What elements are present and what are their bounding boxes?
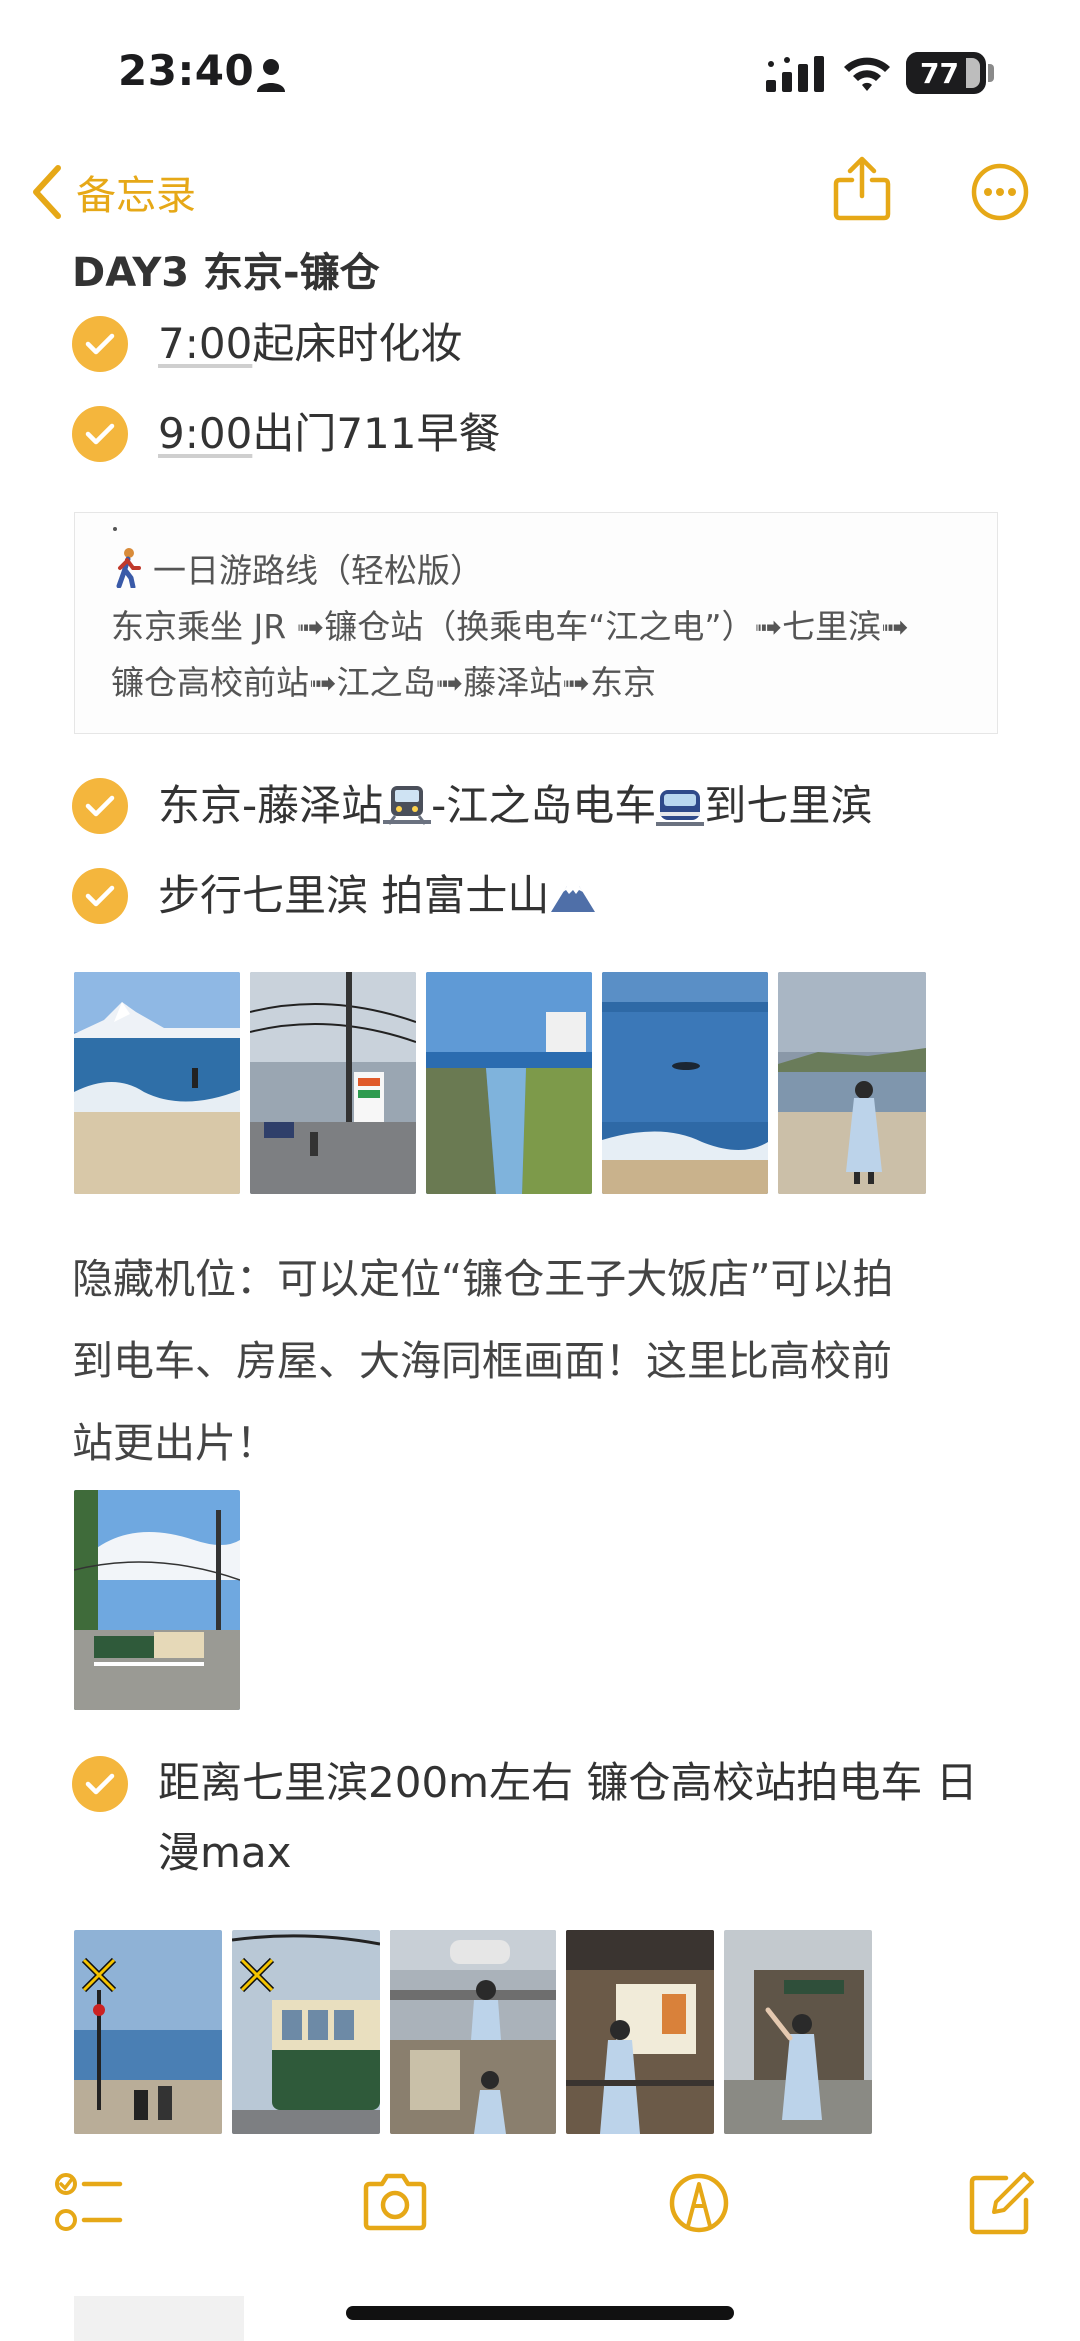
chevron-left-icon <box>33 165 61 219</box>
checklist-item[interactable]: 东京-藤泽站 -江之岛电车 到七里滨 <box>72 778 872 842</box>
photo-girl-beach[interactable] <box>778 972 926 1194</box>
time-link[interactable]: 7:00 <box>158 319 252 368</box>
note-heading[interactable]: DAY3 东京-镰仓 <box>72 240 380 298</box>
photo-girl-station[interactable] <box>390 1930 556 2134</box>
paragraph-line: 隐藏机位：可以定位“镰仓王子大饭店”可以拍 <box>72 1255 894 1303</box>
route-line: 东京乘坐 JR ➟镰仓站（换乘电车“江之电”）➟七里滨➟ <box>111 607 909 646</box>
checkmark-icon[interactable] <box>72 1756 128 1812</box>
camera-icon[interactable] <box>360 2170 430 2236</box>
route-block[interactable]: 一日游路线（轻松版） 东京乘坐 JR ➟镰仓站（换乘电车“江之电”）➟七里滨➟ … <box>74 512 998 734</box>
checklist-icon[interactable] <box>54 2170 124 2236</box>
checklist-item-text[interactable]: 步行七里滨 拍富士山 <box>158 860 597 932</box>
checklist-item-text[interactable]: 东京-藤泽站 -江之岛电车 到七里滨 <box>158 770 872 842</box>
back-label: 备忘录 <box>76 173 196 219</box>
checklist-item[interactable]: 步行七里滨 拍富士山 <box>72 868 597 932</box>
battery-indicator: 77 <box>906 52 986 94</box>
compose-icon[interactable] <box>966 2170 1036 2236</box>
photo-711-street[interactable] <box>250 972 416 1194</box>
checklist-item-label: 距离七里滨200m左右 镰仓高校站拍电车 日 <box>158 1758 978 1807</box>
photo-fuji-beach[interactable] <box>74 972 240 1194</box>
checklist-item-label: 漫max <box>158 1828 292 1877</box>
photo-gallery <box>74 1490 240 1710</box>
route-title: 一日游路线（轻松版） <box>153 551 483 590</box>
checklist-item-text[interactable]: 7:00起床时化妆 <box>158 308 462 380</box>
checklist-item[interactable]: 7:00起床时化妆 <box>72 316 462 380</box>
route-title-line: 一日游路线（轻松版） <box>111 543 961 599</box>
note-paragraph[interactable]: 隐藏机位：可以定位“镰仓王子大饭店”可以拍 到电车、房屋、大海同框画面！这里比高… <box>72 1238 1012 1484</box>
paragraph-line: 到电车、房屋、大海同框画面！这里比高校前 <box>72 1337 892 1385</box>
ellipsis-circle-icon[interactable] <box>970 162 1030 222</box>
photo-surfer-sea[interactable] <box>602 972 768 1194</box>
checklist-item-label: 步行七里滨 拍富士山 <box>158 871 550 920</box>
back-button[interactable]: 备忘录 <box>30 162 196 222</box>
photo-gallery <box>74 1930 872 2134</box>
checkmark-icon[interactable] <box>72 778 128 834</box>
markup-pen-icon[interactable] <box>664 2170 734 2236</box>
checkmark-icon[interactable] <box>72 868 128 924</box>
bottom-toolbar <box>0 2150 1080 2250</box>
person-icon <box>257 59 285 92</box>
photo-girl-kamakurakokomae[interactable] <box>724 1930 872 2134</box>
checklist-item-label: 出门711早餐 <box>252 409 501 458</box>
share-icon[interactable] <box>832 156 892 222</box>
navigation-bar: 备忘录 <box>0 140 1080 240</box>
time-link[interactable]: 9:00 <box>158 409 252 458</box>
photo-railway-crossing[interactable] <box>74 1930 222 2134</box>
content-peek <box>74 2296 244 2341</box>
paragraph-line: 站更出片！ <box>72 1419 277 1467</box>
photo-station-sign[interactable] <box>566 1930 714 2134</box>
battery-percent: 77 <box>920 56 959 90</box>
checkmark-icon[interactable] <box>72 316 128 372</box>
home-indicator[interactable] <box>346 2306 734 2320</box>
checkmark-icon[interactable] <box>72 406 128 462</box>
train-icon <box>656 790 705 826</box>
walking-person-icon <box>116 548 141 588</box>
status-bar: 23:40 77 <box>0 0 1080 140</box>
checklist-item-text[interactable]: 9:00出门711早餐 <box>158 398 501 470</box>
checklist-item[interactable]: 9:00出门711早餐 <box>72 406 501 470</box>
route-line: 镰仓高校前站➟江之岛➟藤泽站➟东京 <box>111 663 656 702</box>
checklist-item-label: -江之岛电车 <box>431 781 657 830</box>
checklist-item-label: 起床时化妆 <box>252 319 463 368</box>
mount-fuji-icon <box>551 886 596 912</box>
checklist-item-label: 到七里滨 <box>704 781 873 830</box>
checklist-item-text[interactable]: 距离七里滨200m左右 镰仓高校站拍电车 日 漫max <box>158 1748 978 1888</box>
cellular-signal-icon <box>766 56 824 92</box>
photo-tram-crossing[interactable] <box>74 1490 240 1710</box>
station-train-icon <box>383 786 432 825</box>
photo-gallery <box>74 972 926 1194</box>
notes-screen: 23:40 77 备忘录 DAY3 东京-镰仓 7:00起床时化妆 9:00出门… <box>0 0 1080 2341</box>
status-time: 23:40 <box>118 46 255 95</box>
photo-green-tram[interactable] <box>232 1930 380 2134</box>
wifi-icon <box>844 57 890 91</box>
photo-canal-sea[interactable] <box>426 972 592 1194</box>
checklist-item[interactable]: 距离七里滨200m左右 镰仓高校站拍电车 日 漫max <box>72 1756 978 1888</box>
checklist-item-label: 东京-藤泽站 <box>158 781 384 830</box>
